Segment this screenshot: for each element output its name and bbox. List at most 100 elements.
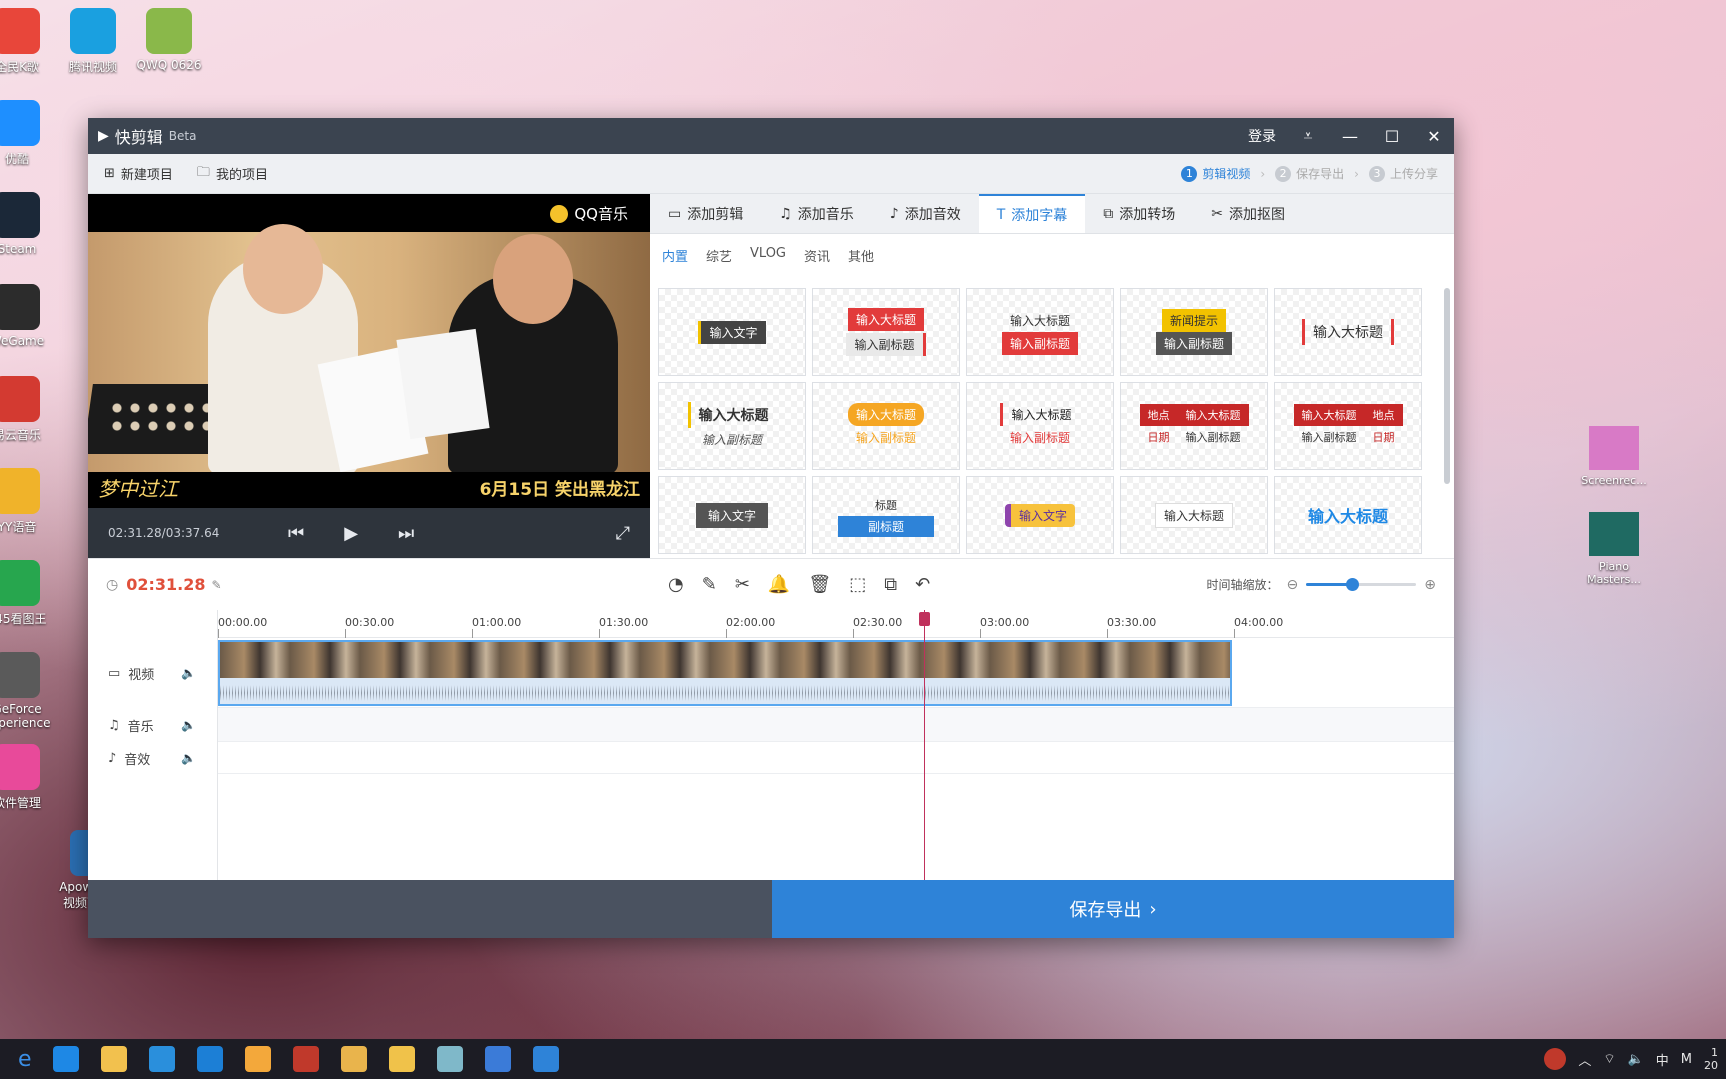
effect-track-row[interactable] bbox=[218, 742, 1454, 774]
step-1[interactable]: 1 剪辑视频 bbox=[1181, 165, 1250, 182]
fullscreen-icon[interactable]: ⤢ bbox=[616, 523, 630, 544]
speaker-icon[interactable]: 🔈 bbox=[181, 718, 196, 732]
taskbar-app-icon[interactable] bbox=[340, 1046, 367, 1072]
video-clip[interactable] bbox=[218, 640, 1232, 706]
my-projects-button[interactable]: 🗀 我的项目 bbox=[197, 163, 268, 185]
tab-video[interactable]: ▭ 添加剪辑 bbox=[650, 194, 761, 233]
text-icon: T bbox=[996, 206, 1006, 223]
taskbar-app-icon[interactable] bbox=[244, 1046, 271, 1072]
desktop-icon[interactable]: 易云音乐 bbox=[0, 376, 56, 443]
template-card[interactable]: 输入大标题 输入副标题 bbox=[812, 288, 960, 376]
desktop-icon[interactable]: 全民K歌 bbox=[0, 8, 56, 75]
template-card[interactable]: 输入大标题 输入副标题 bbox=[812, 382, 960, 470]
taskbar-app-icon[interactable] bbox=[52, 1046, 79, 1072]
playhead-handle[interactable] bbox=[919, 612, 930, 626]
play-icon[interactable]: ▶ bbox=[344, 523, 358, 544]
panel-scrollbar[interactable] bbox=[1444, 288, 1450, 484]
desktop-icon[interactable]: Screenrec... bbox=[1574, 426, 1654, 487]
subtab[interactable]: 资讯 bbox=[804, 246, 830, 265]
music-track-row[interactable] bbox=[218, 708, 1454, 742]
taskbar-app-icon[interactable] bbox=[484, 1046, 511, 1072]
minimize-button[interactable]: — bbox=[1340, 127, 1360, 146]
zoom-slider-handle[interactable] bbox=[1346, 578, 1360, 591]
template-card[interactable]: 输入大标题 输入副标题 bbox=[966, 382, 1114, 470]
zoom-slider[interactable] bbox=[1306, 578, 1417, 591]
taskbar-app-icon[interactable] bbox=[148, 1046, 175, 1072]
step-3[interactable]: 3 上传分享 bbox=[1368, 165, 1438, 182]
crop-icon[interactable]: ⬚ bbox=[849, 574, 866, 595]
subtab[interactable]: 综艺 bbox=[706, 246, 732, 265]
time-ruler[interactable]: 00:00.00 00:30.00 01:00.00 01:30.00 02:00.00… bbox=[218, 610, 1454, 638]
step-2[interactable]: 2 保存导出 bbox=[1275, 165, 1344, 182]
previous-frame-icon[interactable]: ⏮ bbox=[288, 523, 304, 544]
desktop-icon[interactable]: QWQ 0626 bbox=[130, 8, 208, 72]
desktop-icon[interactable]: 腾讯视频 bbox=[54, 8, 132, 75]
tray-expand-icon[interactable]: ︿ bbox=[1578, 1050, 1591, 1069]
taskbar-app-icon[interactable] bbox=[100, 1046, 127, 1072]
edit-time-icon[interactable]: ✎ bbox=[212, 578, 222, 592]
desktop-icon[interactable]: GeForce Experience bbox=[0, 652, 56, 730]
scissors-icon[interactable]: ✂ bbox=[735, 574, 750, 595]
template-card[interactable]: 输入大标题 bbox=[1274, 476, 1422, 554]
desktop-icon[interactable]: Piano Masters... bbox=[1574, 512, 1654, 586]
subtab[interactable]: VLOG bbox=[750, 246, 786, 265]
template-card[interactable]: 标题 副标题 bbox=[812, 476, 960, 554]
tab-music[interactable]: ♫ 添加音乐 bbox=[761, 194, 872, 233]
template-card[interactable]: 新闻提示 输入副标题 bbox=[1120, 288, 1268, 376]
network-icon[interactable]: ⌔ bbox=[1603, 1051, 1615, 1067]
save-export-button[interactable]: 保存导出 › bbox=[772, 880, 1454, 938]
close-button[interactable]: ✕ bbox=[1424, 127, 1444, 146]
menu-dropdown-icon[interactable]: ⩡ bbox=[1298, 126, 1318, 146]
system-clock[interactable]: 1 20 bbox=[1704, 1046, 1718, 1072]
zoom-in-icon[interactable]: ⊕ bbox=[1424, 577, 1436, 593]
desktop-icon[interactable]: 软件管理 bbox=[0, 744, 56, 811]
taskbar-app-icon[interactable] bbox=[292, 1046, 319, 1072]
copy-icon[interactable]: ⧉ bbox=[884, 574, 897, 595]
taskbar-app-icon[interactable] bbox=[196, 1046, 223, 1072]
template-card[interactable]: 地点 输入大标题 日期 输入副标题 bbox=[1120, 382, 1268, 470]
template-card[interactable]: 输入大标题 地点 输入副标题 日期 bbox=[1274, 382, 1422, 470]
new-project-button[interactable]: ⊞ 新建项目 bbox=[104, 164, 173, 183]
edge-icon[interactable]: e bbox=[18, 1047, 32, 1072]
tab-text[interactable]: T 添加字幕 bbox=[978, 194, 1086, 233]
desktop-icon[interactable]: WeGame bbox=[0, 284, 56, 348]
template-card[interactable]: 输入文字 bbox=[658, 288, 806, 376]
tray-app-icon[interactable] bbox=[1544, 1048, 1567, 1070]
desktop-icon[interactable]: 345看图王 bbox=[0, 560, 56, 627]
template-card[interactable]: 输入大标题 输入副标题 bbox=[966, 288, 1114, 376]
template-card[interactable]: 输入文字 bbox=[658, 476, 806, 554]
maximize-button[interactable]: ☐ bbox=[1382, 127, 1402, 146]
template-card[interactable]: 输入大标题 bbox=[1274, 288, 1422, 376]
template-card[interactable]: 输入大标题 输入副标题 bbox=[658, 382, 806, 470]
taskbar-app-icon[interactable] bbox=[436, 1046, 463, 1072]
taskbar-app-icon[interactable] bbox=[388, 1046, 415, 1072]
chevron-right-icon: › bbox=[1260, 166, 1266, 181]
ime-indicator[interactable]: 中 bbox=[1656, 1050, 1669, 1069]
speaker-icon[interactable]: 🔈 bbox=[181, 666, 196, 680]
speed-icon[interactable]: ◔ bbox=[668, 574, 684, 595]
bell-icon[interactable]: 🔔 bbox=[768, 574, 790, 595]
taskbar-app-icon[interactable] bbox=[532, 1046, 559, 1072]
subtab[interactable]: 其他 bbox=[848, 246, 874, 265]
desktop-icon[interactable]: YY语音 bbox=[0, 468, 56, 535]
undo-icon[interactable]: ↶ bbox=[915, 574, 930, 595]
subtab[interactable]: 内置 bbox=[662, 246, 688, 265]
template-card[interactable]: 输入大标题 bbox=[1120, 476, 1268, 554]
pencil-icon[interactable]: ✎ bbox=[702, 574, 717, 595]
next-frame-icon[interactable]: ⏭ bbox=[398, 523, 414, 544]
template-card[interactable]: 输入文字 bbox=[966, 476, 1114, 554]
zoom-out-icon[interactable]: ⊖ bbox=[1287, 577, 1299, 593]
tab-sound-effect[interactable]: ♪ 添加音效 bbox=[872, 194, 979, 233]
playhead[interactable] bbox=[919, 610, 930, 880]
tab-cutout[interactable]: ✂ 添加抠图 bbox=[1193, 194, 1303, 233]
desktop-icon[interactable]: 优酷 bbox=[0, 100, 56, 167]
volume-icon[interactable]: 🔈 bbox=[1628, 1052, 1644, 1067]
speaker-icon[interactable]: 🔈 bbox=[181, 751, 196, 765]
ime-mode-icon[interactable]: M bbox=[1681, 1052, 1692, 1067]
trash-icon[interactable]: 🗑 bbox=[808, 574, 831, 595]
login-button[interactable]: 登录 bbox=[1248, 126, 1276, 146]
desktop-icon[interactable]: Steam bbox=[0, 192, 56, 256]
chevron-right-icon: › bbox=[1149, 898, 1157, 920]
tab-transition[interactable]: ⧉ 添加转场 bbox=[1085, 194, 1193, 233]
asset-panel: ▭ 添加剪辑 ♫ 添加音乐 ♪ 添加音效 T 添加字幕 ⧉ 添加转场 ✂ 添加抠图 内置 综艺 VLOG 资… bbox=[650, 194, 1454, 558]
